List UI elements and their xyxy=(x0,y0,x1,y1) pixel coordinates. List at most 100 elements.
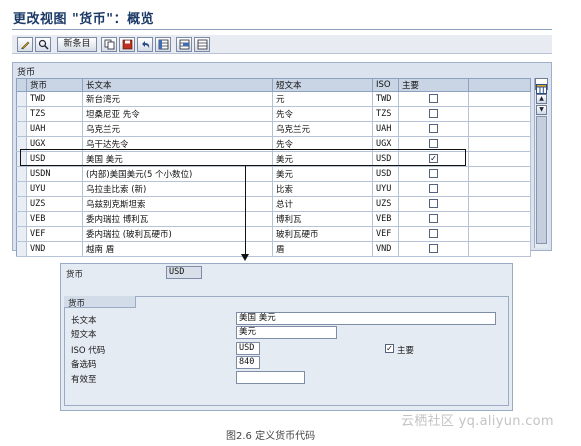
short-text-field[interactable]: 美元 xyxy=(236,326,337,339)
table-row[interactable]: TWD 新台湾元元 TWD xyxy=(16,91,531,107)
row-selector[interactable] xyxy=(16,121,27,137)
row-selector[interactable] xyxy=(16,196,27,212)
cell-short-text[interactable]: 先令 xyxy=(272,106,373,122)
cell-currency[interactable]: VEF xyxy=(26,226,83,242)
primary-checkbox[interactable] xyxy=(429,109,438,118)
cell-primary[interactable] xyxy=(398,121,469,137)
row-selector[interactable] xyxy=(16,181,27,197)
primary-checkbox[interactable] xyxy=(429,214,438,223)
table-row[interactable]: UAH 乌克兰元 乌克兰元 UAH xyxy=(16,121,531,137)
cell-short-text[interactable]: 元 xyxy=(272,91,373,107)
cell-long-text[interactable]: 委内瑞拉 (玻利瓦硬币) xyxy=(82,226,273,242)
cell-short-text[interactable]: 乌克兰元 xyxy=(272,121,373,137)
scroll-up-button[interactable]: ▲ xyxy=(536,94,547,104)
cell-primary[interactable] xyxy=(398,211,469,227)
table-row[interactable]: VEF 委内瑞拉 (玻利瓦硬币) 玻利瓦硬币 VEF xyxy=(16,226,531,242)
cell-currency[interactable]: USDN xyxy=(26,166,83,182)
new-entries-button[interactable]: 新条目 xyxy=(57,37,97,52)
cell-currency[interactable]: UAH xyxy=(26,121,83,137)
table-row[interactable]: TZS 坦桑尼亚 先令 先令 TZS xyxy=(16,106,531,122)
cell-short-text[interactable]: 美元 xyxy=(272,166,373,182)
cell-long-text[interactable]: 委内瑞拉 博利瓦 xyxy=(82,211,273,227)
row-selector[interactable] xyxy=(16,211,27,227)
deselect-all-icon[interactable] xyxy=(194,37,210,52)
undo-icon[interactable] xyxy=(137,37,153,52)
primary-checkbox[interactable] xyxy=(429,244,438,253)
table-row[interactable]: USDN (内部)美国美元(5 个小数位) 美元 USD xyxy=(16,166,531,182)
cell-currency[interactable]: TWD xyxy=(26,91,83,107)
display-change-icon[interactable] xyxy=(35,37,51,52)
primary-checkbox[interactable] xyxy=(429,199,438,208)
cell-iso[interactable]: VND xyxy=(372,241,399,257)
cell-currency[interactable]: UZS xyxy=(26,196,83,212)
cell-primary[interactable] xyxy=(398,241,469,257)
cell-iso[interactable]: TWD xyxy=(372,91,399,107)
cell-short-text[interactable]: 总计 xyxy=(272,196,373,212)
cell-short-text[interactable]: 比索 xyxy=(272,181,373,197)
currency-table: 货币 长文本 短文本 ISO 主要 TWD 新台湾元元 TWD TZS 坦桑尼亚 先令先… xyxy=(16,78,531,257)
cell-currency[interactable]: UYU xyxy=(26,181,83,197)
cell-primary[interactable] xyxy=(398,181,469,197)
cell-long-text[interactable]: (内部)美国美元(5 个小数位) xyxy=(82,166,273,182)
cell-short-text[interactable]: 盾 xyxy=(272,241,373,257)
cell-iso[interactable]: VEB xyxy=(372,211,399,227)
row-selector[interactable] xyxy=(16,106,27,122)
cell-spacer xyxy=(468,226,531,242)
cell-iso[interactable]: UZS xyxy=(372,196,399,212)
iso-code-field[interactable]: USD xyxy=(236,342,260,355)
cell-short-text[interactable]: 玻利瓦硬币 xyxy=(272,226,373,242)
cell-iso[interactable]: USD xyxy=(372,166,399,182)
cell-iso[interactable]: VEF xyxy=(372,226,399,242)
table-settings-icon[interactable] xyxy=(535,78,548,94)
cell-short-text[interactable]: 博利瓦 xyxy=(272,211,373,227)
column-header-long-text[interactable]: 长文本 xyxy=(82,78,273,92)
long-text-field[interactable]: 美国 美元 xyxy=(236,312,496,325)
title-divider xyxy=(12,29,552,30)
select-all-icon[interactable] xyxy=(155,37,171,52)
table-row[interactable]: VND 越南 盾盾 VND xyxy=(16,241,531,257)
primary-checkbox[interactable] xyxy=(429,139,438,148)
cell-iso[interactable]: TZS xyxy=(372,106,399,122)
column-header-short-text[interactable]: 短文本 xyxy=(272,78,373,92)
cell-long-text[interactable]: 乌兹别克斯坦索 xyxy=(82,196,273,212)
column-header-primary[interactable]: 主要 xyxy=(398,78,469,92)
table-row[interactable]: UYU 乌拉圭比索 (新) 比索 UYU xyxy=(16,181,531,197)
row-selector[interactable] xyxy=(16,166,27,182)
cell-primary[interactable] xyxy=(398,196,469,212)
cell-long-text[interactable]: 坦桑尼亚 先令 xyxy=(82,106,273,122)
primary-checkbox[interactable]: ✓ xyxy=(385,344,394,353)
cell-iso[interactable]: UAH xyxy=(372,121,399,137)
primary-checkbox[interactable] xyxy=(429,124,438,133)
cell-currency[interactable]: TZS xyxy=(26,106,83,122)
cell-primary[interactable] xyxy=(398,91,469,107)
cell-long-text[interactable]: 乌克兰元 xyxy=(82,121,273,137)
row-selector[interactable] xyxy=(16,226,27,242)
primary-checkbox[interactable] xyxy=(429,229,438,238)
save-icon[interactable] xyxy=(119,37,135,52)
alternative-key-field[interactable]: 840 xyxy=(236,356,260,369)
cell-primary[interactable] xyxy=(398,106,469,122)
edit-icon[interactable] xyxy=(17,37,33,52)
copy-icon[interactable] xyxy=(101,37,117,52)
cell-primary[interactable] xyxy=(398,226,469,242)
cell-currency[interactable]: VEB xyxy=(26,211,83,227)
primary-checkbox[interactable] xyxy=(429,94,438,103)
column-header-iso[interactable]: ISO xyxy=(372,78,399,92)
cell-iso[interactable]: UYU xyxy=(372,181,399,197)
select-block-icon[interactable] xyxy=(176,37,192,52)
scroll-thumb[interactable] xyxy=(536,116,547,244)
cell-long-text[interactable]: 乌拉圭比索 (新) xyxy=(82,181,273,197)
row-selector[interactable] xyxy=(16,241,27,257)
cell-primary[interactable] xyxy=(398,166,469,182)
table-row[interactable]: VEB 委内瑞拉 博利瓦 博利瓦 VEB xyxy=(16,211,531,227)
cell-long-text[interactable]: 新台湾元 xyxy=(82,91,273,107)
table-row[interactable]: UZS 乌兹别克斯坦索 总计 UZS xyxy=(16,196,531,212)
column-header-currency[interactable]: 货币 xyxy=(26,78,83,92)
row-selector[interactable] xyxy=(16,91,27,107)
cell-currency[interactable]: VND xyxy=(26,241,83,257)
primary-checkbox[interactable] xyxy=(429,169,438,178)
valid-until-field[interactable] xyxy=(236,371,305,384)
primary-checkbox[interactable] xyxy=(429,184,438,193)
scroll-down-button[interactable]: ▼ xyxy=(536,105,547,115)
table-scrollbar[interactable]: ▲ ▼ xyxy=(534,78,548,248)
